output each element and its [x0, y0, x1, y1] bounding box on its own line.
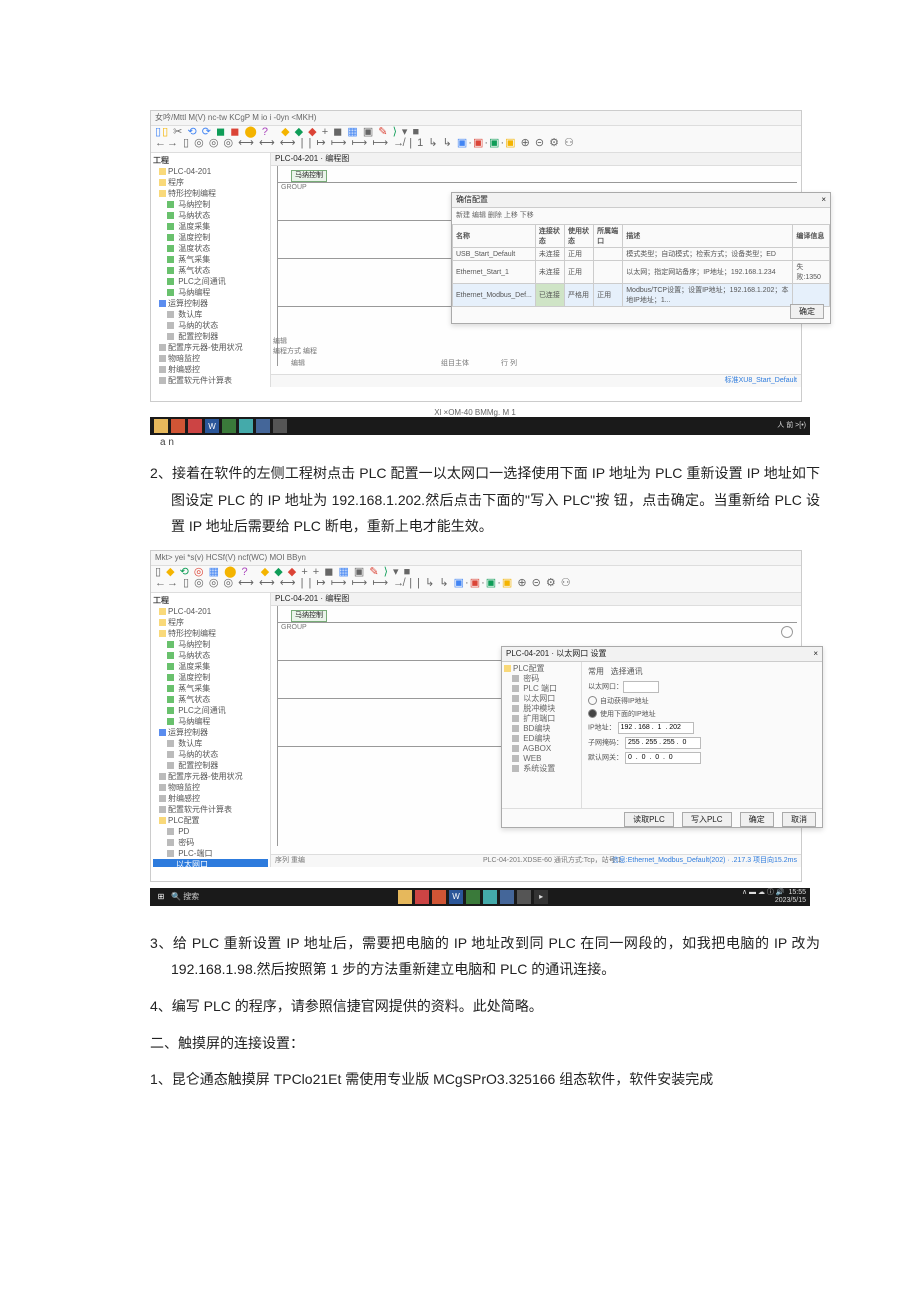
app-icon[interactable] — [256, 419, 270, 433]
app-icon[interactable] — [415, 890, 429, 904]
windows-taskbar: W 人 前 >[•) — [150, 417, 810, 435]
gateway-input[interactable] — [625, 752, 701, 764]
status-bar: 标准XU8_Start_Default — [271, 374, 801, 387]
table-row[interactable]: USB_Start_Default 未连接 正用 模式类型；自动模式；检索方式；… — [453, 248, 830, 261]
table-row[interactable]: Ethernet_Start_1 未连接 正用 以太网；指定网站备序；IP地址；… — [453, 261, 830, 284]
section-2-heading: 二、触摸屏的连接设置： — [150, 1030, 820, 1057]
app-icon[interactable] — [500, 890, 514, 904]
screenshot-2: Mkt> yei *s(v) HCSf(V) ncf(WC) MOI BByn … — [150, 550, 802, 882]
ladder-diagram: 马纳控制 GROUP 2301风暴环控器 2302风暴环控器 确信配置× 新建 … — [271, 166, 801, 366]
dialog-title: 确信配置 — [456, 195, 488, 204]
write-plc-button[interactable]: 写入PLC — [682, 812, 732, 827]
word-icon[interactable]: W — [449, 890, 463, 904]
tree-header: 工程 — [153, 155, 268, 166]
cancel-button[interactable]: 取消 — [782, 812, 816, 827]
port-select[interactable] — [623, 681, 659, 693]
window-titlebar: Mkt> yei *s(v) HCSf(V) ncf(WC) MOI BByn — [151, 551, 801, 566]
step-4-text: 4、编写 PLC 的程序，请参照信捷官网提供的资料。此处简略。 — [150, 993, 820, 1020]
start-icon[interactable]: ⊞ — [154, 890, 168, 904]
status-bar: 序列 重编 PLC-04-201.XDSE-60 通讯方式:Tcp，站号:1 信… — [271, 854, 801, 867]
app-icon[interactable] — [466, 890, 480, 904]
step-3-text: 3、给 PLC 重新设置 IP 地址后，需要把电脑的 IP 地址改到同 PLC … — [150, 930, 820, 983]
ok-button[interactable]: 确定 — [790, 304, 824, 319]
toolbar: ▯ ◆ ⟲ ◎ ▦ ⬤ ? ◆ ◆ ◆ + + ◼ ▦ ▣ ✎ ⟩ ▾ ■ ←→… — [151, 566, 801, 593]
app-icon[interactable] — [483, 890, 497, 904]
mask-input[interactable] — [625, 737, 701, 749]
tree-selected[interactable]: 以太网口 — [153, 859, 268, 867]
app-icon[interactable]: ▸ — [534, 890, 548, 904]
toolbar: ▯▯ ✂ ⟲ ⟳ ◼ ◼ ⬤ ? ◆ ◆ ◆ + ◼ ▦ ▣ ✎ ⟩ ▾ ■ ←… — [151, 126, 801, 153]
caption: Xl ×OM-40 BMMg. M 1 — [150, 408, 800, 417]
step-2-text: 2、接着在软件的左侧工程树点击 PLC 配置一以太网口一选择使用下面 IP 地址… — [150, 460, 820, 540]
ladder-block: 马纳控制 — [291, 170, 327, 182]
project-tree[interactable]: 工程 PLC-04-201 程序 特形控制编程 马纳控制 马纳状态 温度采集 温… — [151, 593, 271, 867]
dialog-form: 常用 选择通讯 以太网口： 自动获得IP地址 使用下面的IP地址 IP地址： 子… — [582, 662, 822, 808]
app-icon[interactable] — [517, 890, 531, 904]
app-icon[interactable] — [222, 419, 236, 433]
window-titlebar: 女吟/Mttl M(V) nc-tw KCgP M io i -0yn <MKH… — [151, 111, 801, 126]
ip-input[interactable] — [618, 722, 694, 734]
ok-button[interactable]: 确定 — [740, 812, 774, 827]
tray: ∧ ▬ ☁ ⓘ 🔊 15:552023/5/15 — [742, 889, 806, 905]
screenshot-1: 女吟/Mttl M(V) nc-tw KCgP M io i -0yn <MKH… — [150, 110, 802, 402]
windows-taskbar: ⊞ 🔍 搜索 W ▸ ∧ ▬ ☁ ⓘ 🔊 15:552023/5/15 — [150, 888, 810, 906]
folder-icon[interactable] — [154, 419, 168, 433]
table-row[interactable]: Ethernet_Modbus_Def... 已连接 严格用 正用 Modbus… — [453, 284, 830, 307]
annotation: a n — [160, 437, 820, 448]
conn-table: 名称 连接状态 使用状态 所属端口 描述 编译信息 USB_Start_Defa… — [452, 224, 830, 307]
editor-tab[interactable]: PLC-04-201 · 编程图 — [271, 153, 801, 166]
dialog-title: PLC-04-201 · 以太网口 设置 — [506, 649, 606, 658]
word-icon[interactable]: W — [205, 419, 219, 433]
close-icon[interactable]: × — [821, 194, 826, 206]
app-icon[interactable] — [239, 419, 253, 433]
editor-tab[interactable]: PLC-04-201 · 编程图 — [271, 593, 801, 606]
radio-static-ip[interactable] — [588, 709, 597, 718]
dialog-menu[interactable]: 新建 编辑 删除 上移 下移 — [452, 208, 830, 222]
tray: 人 前 >[•) — [777, 422, 806, 430]
search-label[interactable]: 搜索 — [183, 892, 199, 901]
editor-main: PLC-04-201 · 编程图 马纳控制 GROUP 2301风暴环控器 23… — [271, 593, 801, 867]
app-icon[interactable] — [171, 419, 185, 433]
editor-main: PLC-04-201 · 编程图 马纳控制 GROUP 2301风暴环控器 23… — [271, 153, 801, 387]
section-2-step-1: 1、昆仑通态触摸屏 TPClo21Et 需使用专业版 MCgSPrO3.3251… — [150, 1066, 820, 1093]
radio-auto-ip[interactable] — [588, 696, 597, 705]
project-tree[interactable]: 工程 PLC-04-201 程序 特形控制编程 马纳控制 马纳状态 温度采集 温… — [151, 153, 271, 387]
folder-icon[interactable] — [398, 890, 412, 904]
toolbar-icons: ▯▯ ✂ ⟲ ⟳ ◼ ◼ ⬤ ? ◆ ◆ ◆ + ◼ ▦ ▣ ✎ ⟩ ▾ ■ ←… — [155, 127, 575, 149]
dialog-tree[interactable]: PLC配置 密码 PLC 端口 以太网口 脱冲模块 扩用端口 BD编块 ED编块… — [502, 662, 582, 808]
app-icon[interactable] — [432, 890, 446, 904]
close-icon[interactable]: × — [813, 648, 818, 660]
ethernet-config-dialog: PLC-04-201 · 以太网口 设置 × PLC配置 密码 PLC 端口 以太… — [501, 646, 823, 828]
app-icon[interactable] — [188, 419, 202, 433]
app-icon[interactable] — [273, 419, 287, 433]
read-plc-button[interactable]: 读取PLC — [624, 812, 674, 827]
comm-config-dialog: 确信配置 × 新建 编辑 删除 上移 下移 名称 连接状态 使用状态 所属端口 描… — [451, 192, 831, 324]
